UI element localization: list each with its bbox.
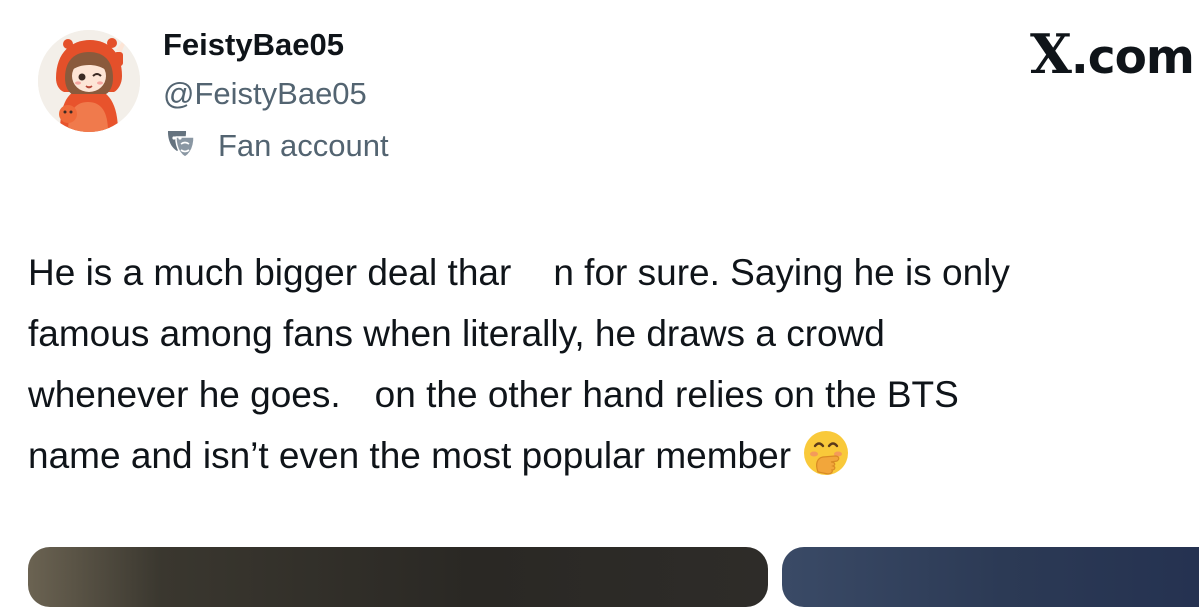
tweet-line: famous among fans when literally, he dra… — [28, 313, 885, 354]
tweet-text-segment: n for sure. Saying he is only — [553, 252, 1010, 293]
account-label-text: Fan account — [218, 128, 389, 163]
tweet-text-segment: on the other hand relies on the BTS — [374, 374, 959, 415]
tweet-text-segment: name and isn’t even the most popular mem… — [28, 435, 792, 476]
media-thumbnail[interactable] — [28, 547, 768, 607]
tweet-line: name and isn’t even the most popular mem… — [28, 425, 1188, 486]
account-label[interactable]: Fan account — [164, 126, 389, 166]
masks-icon — [164, 127, 218, 166]
user-handle[interactable]: @FeistyBae05 — [163, 76, 367, 112]
tweet-line: whenever he goes. on the other hand relie… — [28, 364, 1188, 425]
display-name[interactable]: FeistyBae05 — [163, 27, 344, 63]
tweet-text-segment: He is a much bigger deal thar — [28, 252, 512, 293]
tweet-text-segment: whenever he goes. — [28, 374, 341, 415]
media-thumbnail[interactable] — [782, 547, 1199, 607]
avatar-image — [38, 30, 140, 132]
avatar[interactable] — [38, 30, 140, 132]
hand-over-mouth-emoji — [801, 428, 851, 478]
brand-suffix: .com — [1070, 30, 1195, 85]
tweet-line: He is a much bigger deal thar n for sure.… — [28, 242, 1188, 303]
redacted-gap — [341, 406, 375, 407]
x-logo[interactable]: X.com — [1030, 22, 1195, 86]
x-glyph: X — [1030, 22, 1072, 86]
redacted-gap — [511, 284, 553, 285]
tweet-text: He is a much bigger deal thar n for sure.… — [28, 242, 1188, 486]
